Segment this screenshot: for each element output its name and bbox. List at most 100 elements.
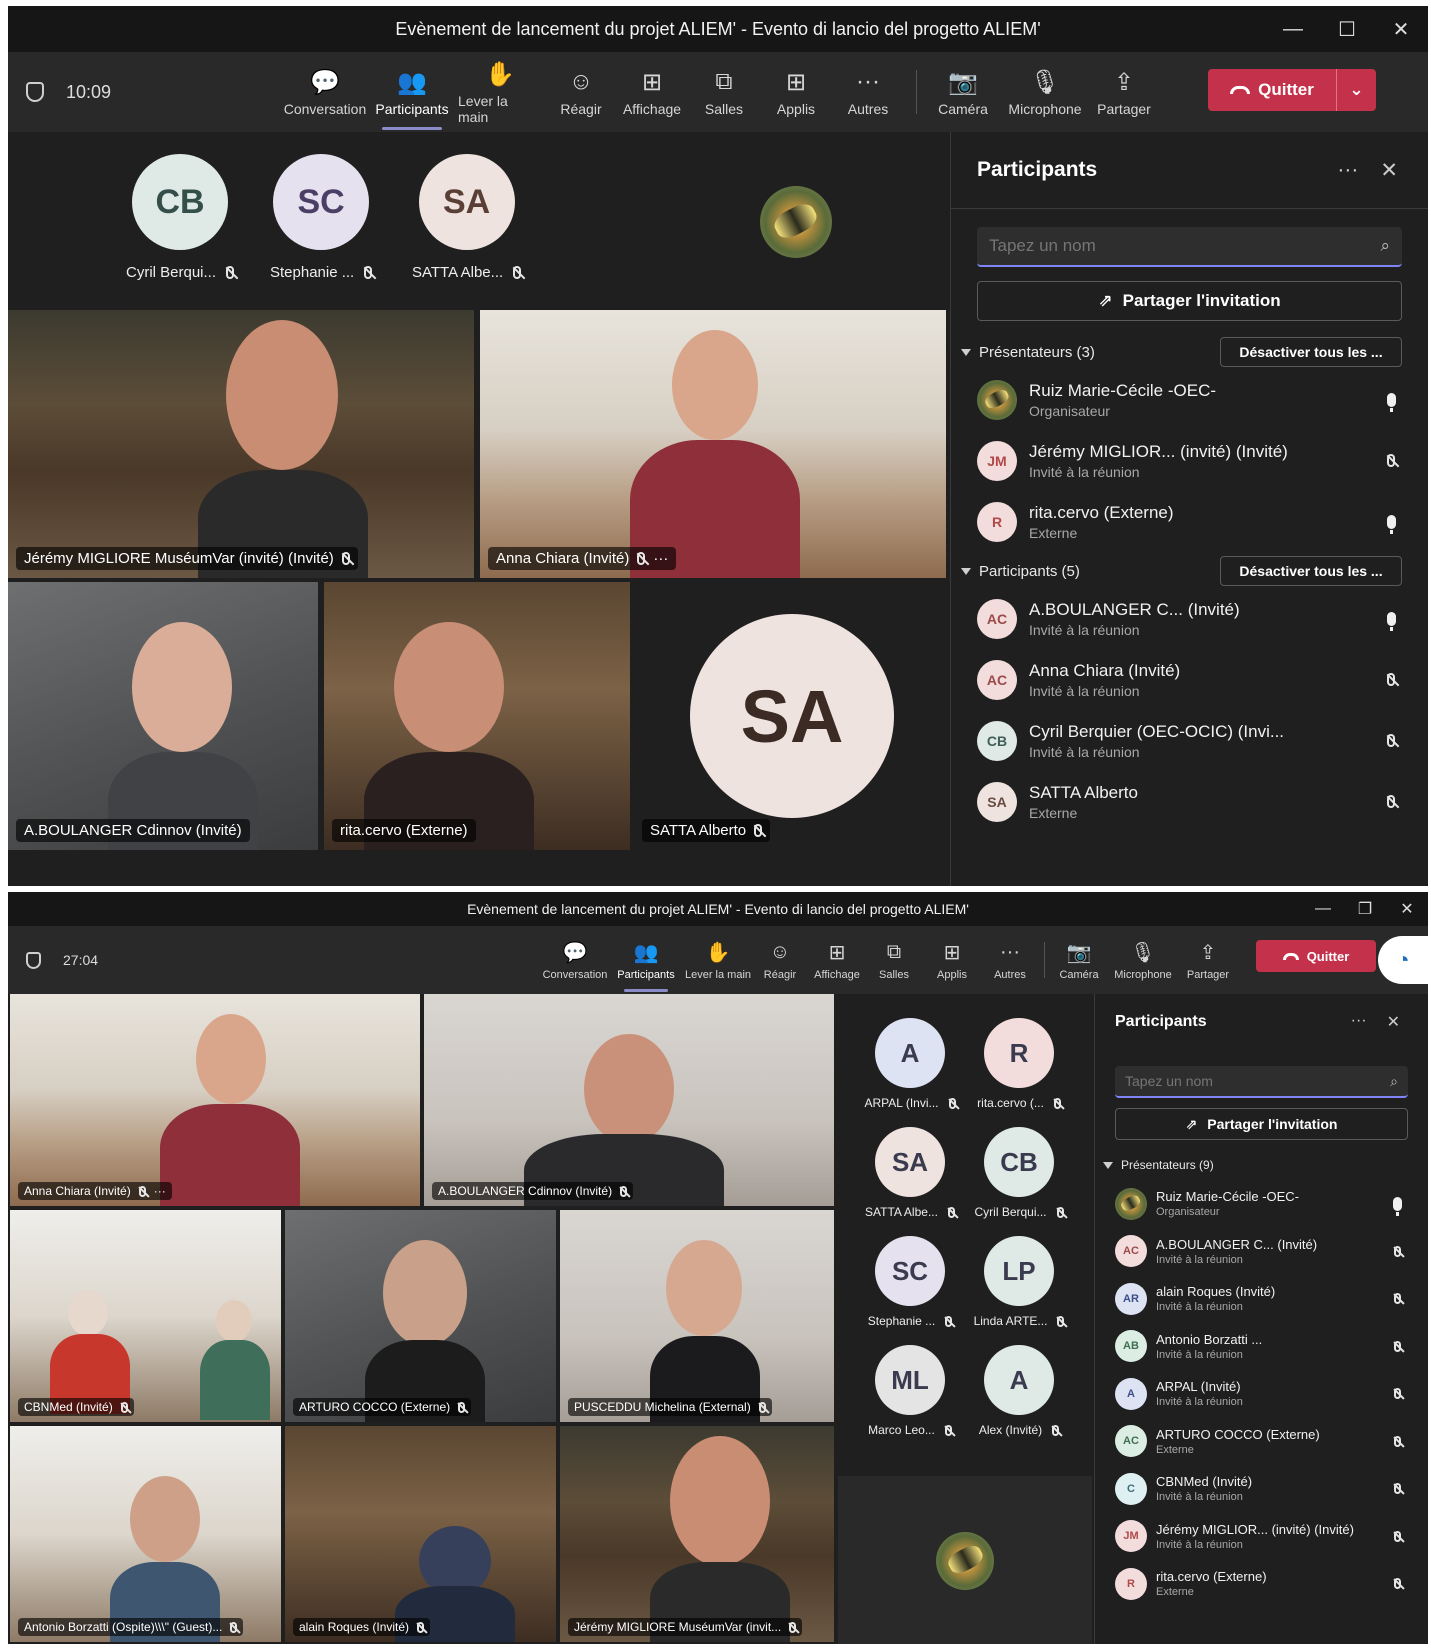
more-button[interactable]: ··· Autres xyxy=(988,926,1032,994)
participant-row[interactable]: AC A.BOULANGER C... (Invité) Invité à la r… xyxy=(1095,1228,1428,1276)
participant-mic-status[interactable] xyxy=(1386,1388,1408,1400)
view-button[interactable]: ⊞ Affichage xyxy=(618,52,686,132)
participant-mic-status[interactable] xyxy=(1386,1530,1408,1542)
close-icon[interactable]: ✕ xyxy=(1374,6,1428,52)
raise-hand-button[interactable]: ✋ Lever la main xyxy=(684,926,752,994)
shield-icon[interactable] xyxy=(26,951,41,969)
avatar-tile[interactable]: CB Cyril Berqui... xyxy=(126,154,235,281)
more-options-icon[interactable]: ··· xyxy=(154,1184,166,1198)
avatar-tile[interactable]: SA SATTA Albe... xyxy=(855,1127,965,1219)
mute-all-button[interactable]: Désactiver tous les ... xyxy=(1220,337,1402,367)
shield-icon[interactable] xyxy=(26,82,44,102)
participant-mic-status[interactable] xyxy=(1378,734,1404,747)
close-panel-icon[interactable]: ✕ xyxy=(1380,158,1398,183)
mute-all-button[interactable]: Désactiver tous les ... xyxy=(1220,556,1402,586)
participant-mic-status[interactable] xyxy=(1386,1340,1408,1352)
camera-button[interactable]: 📷 Caméra xyxy=(1054,926,1104,994)
participant-mic-status[interactable] xyxy=(1386,1293,1408,1305)
organizer-tile[interactable] xyxy=(838,1476,1092,1644)
participants-button[interactable]: 👥 Participants xyxy=(374,52,450,132)
video-tile[interactable]: A.BOULANGER Cdinnov (Invité) xyxy=(424,994,834,1206)
video-tile[interactable]: Antonio Borzatti (Ospite)\\\" (Guest)... xyxy=(10,1426,281,1642)
share-button[interactable]: ⇪ Partager xyxy=(1094,52,1154,132)
leave-main[interactable]: Quitter xyxy=(1256,940,1376,972)
avatar-tile[interactable]: Rrita.cervo (... xyxy=(964,1018,1074,1110)
search-field[interactable]: ⌕ xyxy=(1115,1066,1408,1098)
search-input[interactable] xyxy=(989,236,1381,256)
participant-row[interactable]: Rrita.cervo (Externe) Externe xyxy=(951,491,1428,552)
participant-row[interactable]: AC ARTURO COCCO (Externe) Externe xyxy=(1095,1418,1428,1466)
attendees-section-header[interactable]: Participants (5) Désactiver tous les ... xyxy=(961,554,1402,588)
search-input[interactable] xyxy=(1125,1073,1391,1089)
minimize-icon[interactable]: — xyxy=(1302,892,1344,926)
chat-button[interactable]: 💬 Conversation xyxy=(284,52,367,132)
video-tile[interactable]: Jérémy MIGLIORE MuséumVar (invit... xyxy=(560,1426,834,1642)
participant-mic-status[interactable] xyxy=(1386,1578,1408,1590)
participant-mic-status[interactable] xyxy=(1378,392,1404,412)
participant-mic-status[interactable] xyxy=(1378,611,1404,631)
avatar-tile[interactable]: LP Linda ARTE... xyxy=(964,1236,1074,1328)
avatar-tile[interactable]: ML Marco Leo... xyxy=(855,1345,965,1437)
raise-hand-button[interactable]: ✋ Lever la main xyxy=(458,52,542,132)
participant-row[interactable]: CB Cyril Berquier (OEC-OCIC) (Invi... Invi… xyxy=(951,710,1428,771)
maximize-icon[interactable]: ☐ xyxy=(1320,6,1374,52)
video-tile[interactable]: PUSCEDDU Michelina (External) xyxy=(560,1210,834,1422)
presenters-section-header[interactable]: Présentateurs (3) Désactiver tous les ..… xyxy=(961,335,1402,369)
participant-mic-status[interactable] xyxy=(1378,673,1404,686)
video-tile[interactable]: rita.cervo (Externe) xyxy=(324,582,630,850)
participant-row[interactable]: Rrita.cervo (Externe) Externe xyxy=(1095,1560,1428,1608)
participant-mic-status[interactable] xyxy=(1386,1245,1408,1257)
participants-button[interactable]: 👥 Participants xyxy=(616,926,676,994)
participant-mic-status[interactable] xyxy=(1386,1435,1408,1447)
participant-row[interactable]: AR alain Roques (Invité) Invité à la réuni… xyxy=(1095,1275,1428,1323)
leave-button[interactable]: Quitter ⌄ xyxy=(1208,69,1376,111)
search-field[interactable]: ⌕ xyxy=(977,227,1402,267)
react-button[interactable]: ☺ Réagir xyxy=(760,926,800,994)
camera-button[interactable]: 📷 Caméra xyxy=(932,52,994,132)
share-invite-button[interactable]: ⇗ Partager l'invitation xyxy=(977,281,1402,321)
participant-row[interactable]: A ARPAL (Invité) Invité à la réunion xyxy=(1095,1370,1428,1418)
apps-button[interactable]: ⊞ Applis xyxy=(930,926,974,994)
participant-mic-status[interactable] xyxy=(1386,1196,1408,1216)
avatar-tile[interactable]: SC Stephanie ... xyxy=(855,1236,965,1328)
more-options-icon[interactable]: ··· xyxy=(1351,1012,1367,1032)
leave-main[interactable]: Quitter xyxy=(1208,69,1336,111)
search-icon[interactable]: ⌕ xyxy=(1380,236,1390,256)
participant-row[interactable]: AC Anna Chiara (Invité) Invité à la réunio… xyxy=(951,649,1428,710)
avatar-tile[interactable]: A ARPAL (Invi... xyxy=(855,1018,965,1110)
search-icon[interactable]: ⌕ xyxy=(1390,1073,1398,1090)
participant-row[interactable]: C CBNMed (Invité) Invité à la réunion xyxy=(1095,1465,1428,1513)
participant-mic-status[interactable] xyxy=(1378,514,1404,534)
video-tile[interactable]: ARTURO COCCO (Externe) xyxy=(285,1210,556,1422)
close-icon[interactable]: ✕ xyxy=(1386,892,1428,926)
share-button[interactable]: ⇪ Partager xyxy=(1184,926,1232,994)
react-button[interactable]: ☺ Réagir xyxy=(556,52,606,132)
participant-mic-status[interactable] xyxy=(1378,454,1404,467)
participant-mic-status[interactable] xyxy=(1378,795,1404,808)
more-options-icon[interactable]: ··· xyxy=(1337,158,1358,183)
participant-row[interactable]: JM Jérémy MIGLIOR... (invité) (Invité) Inv… xyxy=(1095,1513,1428,1561)
microphone-button[interactable]: 🎙 Microphone xyxy=(1002,52,1088,132)
avatar-tile[interactable]: A Alex (Invité) xyxy=(964,1345,1074,1437)
participant-row[interactable]: Ruiz Marie-Cécile -OEC- Organisateur xyxy=(1095,1180,1428,1228)
video-tile[interactable]: Anna Chiara (Invité) ··· xyxy=(480,310,946,578)
share-invite-button[interactable]: ⇗ Partager l'invitation xyxy=(1115,1108,1408,1140)
more-button[interactable]: ··· Autres xyxy=(840,52,896,132)
video-tile[interactable]: Anna Chiara (Invité) ··· xyxy=(10,994,420,1206)
participant-row[interactable]: JM Jérémy MIGLIOR... (invité) (Invité) Inv… xyxy=(951,430,1428,491)
presenters-section-header[interactable]: Présentateurs (9) xyxy=(1103,1150,1408,1180)
video-tile[interactable]: alain Roques (Invité) xyxy=(285,1426,556,1642)
participant-row[interactable]: SA SATTA Alberto Externe xyxy=(951,771,1428,832)
participant-mic-status[interactable] xyxy=(1386,1483,1408,1495)
minimize-icon[interactable]: — xyxy=(1266,6,1320,52)
video-tile[interactable]: A.BOULANGER Cdinnov (Invité) xyxy=(8,582,318,850)
chat-button[interactable]: 💬 Conversation xyxy=(542,926,608,994)
participant-row[interactable]: Ruiz Marie-Cécile -OEC- Organisateur xyxy=(951,369,1428,430)
participant-row[interactable]: AC A.BOULANGER C... (Invité) Invité à la r… xyxy=(951,588,1428,649)
leave-button[interactable]: Quitter xyxy=(1256,940,1376,972)
chevron-down-icon[interactable]: ⌄ xyxy=(1336,69,1376,111)
rooms-button[interactable]: ⧉ Salles xyxy=(874,926,914,994)
video-tile[interactable]: Jérémy MIGLIORE MuséumVar (invité) (Invi… xyxy=(8,310,474,578)
participant-row[interactable]: AB Antonio Borzatti ... Invité à la réunio… xyxy=(1095,1323,1428,1371)
restore-icon[interactable]: ❐ xyxy=(1344,892,1386,926)
